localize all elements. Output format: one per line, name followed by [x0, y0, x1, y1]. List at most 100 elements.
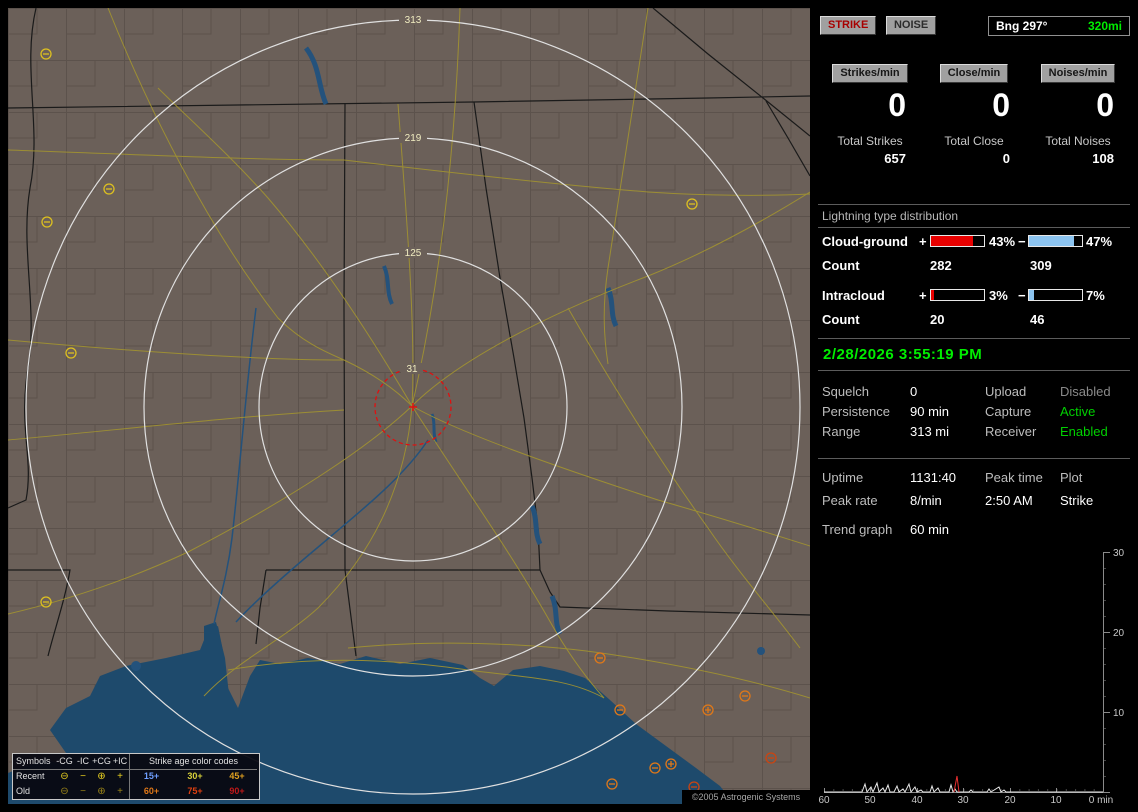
cg-positive-count: 282: [930, 258, 952, 273]
ic-positive-count: 20: [930, 312, 945, 327]
rate-columns: Strikes/min 0 Total Strikes 657 Close/mi…: [818, 64, 1130, 166]
total-close-label: Total Close: [944, 134, 1004, 148]
intracloud-row: Intracloud + 3% − 7%: [822, 288, 1130, 304]
status-panel: STRIKE NOISE Bng 297° 320mi Strikes/min …: [818, 8, 1130, 804]
svg-text:125: 125: [405, 248, 422, 259]
trend-graph-label: Trend graph: [822, 522, 893, 537]
total-noises-value: 108: [1092, 151, 1114, 166]
intracloud-count-row: Count 20 46: [822, 312, 1130, 328]
divider: [818, 458, 1130, 459]
cg-negative-pct: 47%: [1086, 234, 1113, 249]
cloud-ground-row: Cloud-ground + 43% − 47%: [822, 234, 1130, 250]
divider: [818, 370, 1130, 371]
minus-sign: −: [1018, 234, 1026, 249]
lightning-map[interactable]: 313 219 125 31: [8, 8, 810, 804]
cg-negative-count: 309: [1030, 258, 1052, 273]
total-strikes-label: Total Strikes: [837, 134, 903, 148]
ic-positive-pct: 3%: [989, 288, 1008, 303]
neg-ic-symbol-icon: −: [80, 771, 86, 782]
svg-text:30: 30: [957, 795, 969, 804]
divider: [818, 338, 1130, 339]
svg-text:20: 20: [1004, 795, 1016, 804]
pos-ic-symbol-icon: +: [117, 771, 123, 782]
map-legend: Symbols -CG -IC +CG +IC Strike age color…: [12, 753, 260, 800]
noises-per-min-button[interactable]: Noises/min: [1040, 64, 1116, 83]
count-label: Count: [822, 258, 860, 273]
divider: [818, 227, 1130, 228]
minus-sign: −: [1018, 288, 1026, 303]
close-per-min-value: 0: [992, 87, 1010, 123]
trend-close-trace: [953, 775, 960, 793]
strike-indicator-button[interactable]: STRIKE: [820, 16, 877, 35]
bearing-range-value: 320mi: [1087, 19, 1122, 33]
legend-col-neg-cg: -CG: [55, 754, 74, 770]
legend-symbols-header: Symbols: [13, 754, 55, 770]
plot-label: Plot: [1060, 470, 1083, 485]
legend-col-pos-ic: +IC: [111, 754, 129, 770]
pos-ic-symbol-old-icon: +: [117, 786, 123, 797]
uptime-value: 1131:40: [910, 470, 957, 485]
trend-x-labels: 60 50 40 30 20 10 0 min: [818, 795, 1113, 804]
capture-label: Capture: [985, 404, 1032, 419]
cg-positive-pct: 43%: [989, 234, 1016, 249]
current-datetime: 2/28/2026 3:55:19 PM: [823, 346, 983, 363]
range-label: Range: [822, 424, 861, 439]
cg-positive-bar: [930, 235, 985, 247]
neg-cg-symbol-icon: ⊖: [60, 771, 69, 782]
strikes-per-min-button[interactable]: Strikes/min: [832, 64, 908, 83]
ic-positive-bar: [930, 289, 985, 301]
indicator-row: STRIKE NOISE Bng 297° 320mi: [820, 16, 1130, 38]
upload-value: Disabled: [1060, 384, 1111, 399]
strikes-per-min-value: 0: [888, 87, 906, 123]
pos-cg-symbol-old-icon: ⊕: [97, 786, 106, 797]
peak-rate-value: 8/min: [910, 493, 942, 508]
upload-label: Upload: [985, 384, 1027, 399]
svg-text:60: 60: [818, 795, 830, 804]
noise-indicator-button[interactable]: NOISE: [885, 16, 937, 35]
squelch-label: Squelch: [822, 384, 869, 399]
range-value: 313 mi: [910, 424, 950, 439]
close-column: Close/min 0 Total Close 0: [922, 64, 1026, 166]
ic-negative-pct: 7%: [1086, 288, 1105, 303]
peak-rate-label: Peak rate: [822, 493, 878, 508]
cloud-ground-label: Cloud-ground: [822, 234, 908, 249]
plus-sign: +: [919, 234, 927, 249]
age-30: 30+: [187, 771, 203, 781]
total-noises-label: Total Noises: [1045, 134, 1111, 148]
ic-negative-count: 46: [1030, 312, 1045, 327]
persistence-value: 90 min: [910, 404, 950, 419]
svg-text:219: 219: [405, 133, 422, 144]
receiver-label: Receiver: [985, 424, 1037, 439]
cloud-ground-count-row: Count 282 309: [822, 258, 1130, 274]
persistence-label: Persistence: [822, 404, 890, 419]
capture-value: Active: [1060, 404, 1096, 419]
svg-text:31: 31: [406, 364, 418, 375]
plot-value: Strike: [1060, 493, 1094, 508]
copyright-notice: ©2005 Astrogenic Systems: [682, 790, 810, 804]
noises-column: Noises/min 0 Total Noises 108: [1026, 64, 1130, 166]
receiver-value: Enabled: [1060, 424, 1108, 439]
peak-time-value: 2:50 AM: [985, 493, 1033, 508]
age-75: 75+: [187, 786, 203, 796]
total-close-value: 0: [1002, 151, 1010, 166]
uptime-label: Uptime: [822, 470, 864, 485]
age-15: 15+: [129, 769, 173, 784]
plus-sign: +: [919, 288, 927, 303]
legend-row-old: Old: [16, 786, 31, 796]
distribution-title: Lightning type distribution: [822, 209, 959, 223]
trend-graph: 30 20 10 60 50 40 30 20 10 0 min: [818, 548, 1125, 804]
svg-text:10: 10: [1113, 708, 1125, 719]
peak-time-label: Peak time: [985, 470, 1043, 485]
svg-text:313: 313: [405, 15, 422, 26]
cg-negative-bar: [1028, 235, 1083, 247]
legend-col-neg-ic: -IC: [74, 754, 92, 770]
legend-col-pos-cg: +CG: [92, 754, 111, 770]
neg-ic-symbol-old-icon: −: [80, 786, 86, 797]
close-per-min-button[interactable]: Close/min: [939, 64, 1009, 83]
pos-cg-symbol-icon: ⊕: [97, 771, 106, 782]
trend-axes: [824, 552, 1110, 793]
trend-window-value: 60 min: [910, 522, 950, 537]
strikes-column: Strikes/min 0 Total Strikes 657: [818, 64, 922, 166]
map-area[interactable]: 313 219 125 31 Symbols -CG -IC +CG +IC S…: [8, 8, 810, 804]
legend-age-header: Strike age color codes: [129, 753, 257, 770]
